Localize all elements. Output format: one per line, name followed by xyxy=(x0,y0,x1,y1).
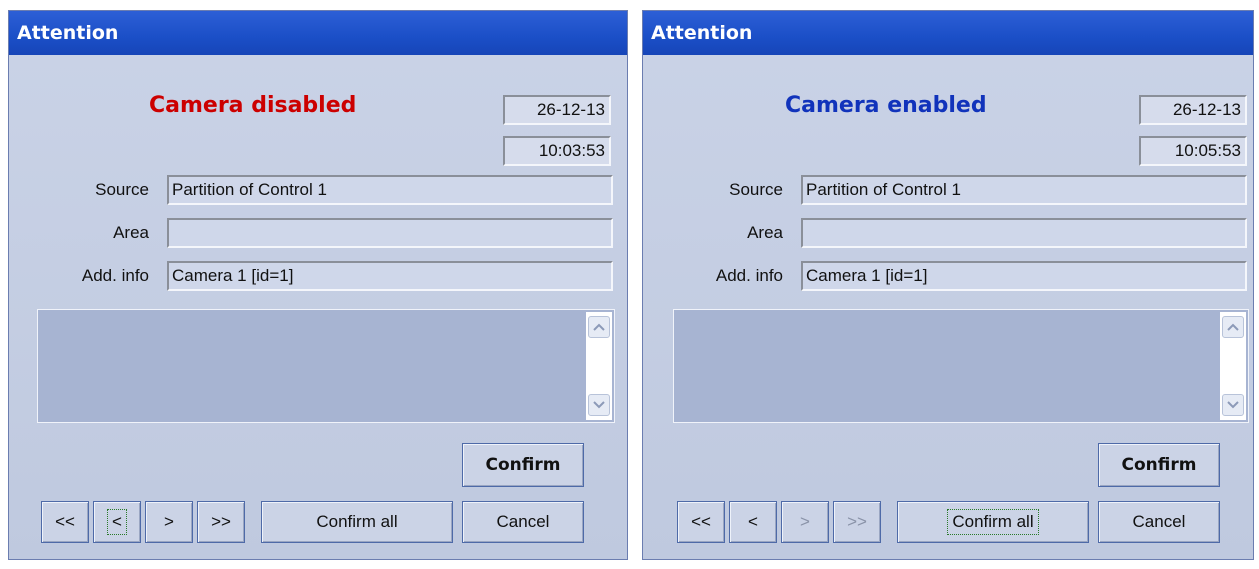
alarm-dialog-enabled: Attention Camera enabled 26-12-13 10:05:… xyxy=(642,10,1254,560)
dialog-body: Camera enabled 26-12-13 10:05:53 Source … xyxy=(643,55,1253,559)
confirm-button[interactable]: Confirm xyxy=(462,443,584,487)
chevron-up-icon[interactable] xyxy=(1222,316,1244,338)
add-info-field[interactable]: Camera 1 [id=1] xyxy=(167,261,613,291)
time-field: 10:03:53 xyxy=(503,136,611,166)
area-field[interactable] xyxy=(801,218,1247,248)
add-info-field[interactable]: Camera 1 [id=1] xyxy=(801,261,1247,291)
confirm-all-button[interactable]: Confirm all xyxy=(261,501,453,543)
first-button[interactable]: << xyxy=(41,501,89,543)
status-text: Camera enabled xyxy=(785,93,987,118)
last-button[interactable]: >> xyxy=(197,501,245,543)
status-text: Camera disabled xyxy=(149,93,357,118)
source-label: Source xyxy=(729,180,783,199)
date-field: 26-12-13 xyxy=(1139,95,1247,125)
chevron-down-icon[interactable] xyxy=(588,394,610,416)
dialog-title[interactable]: Attention xyxy=(643,11,1253,55)
dialog-title[interactable]: Attention xyxy=(9,11,627,55)
comment-area[interactable] xyxy=(673,309,1249,423)
cancel-button[interactable]: Cancel xyxy=(462,501,584,543)
scrollbar[interactable] xyxy=(586,312,612,420)
scrollbar[interactable] xyxy=(1220,312,1246,420)
cancel-button[interactable]: Cancel xyxy=(1098,501,1220,543)
prev-button[interactable]: < xyxy=(93,501,141,543)
dialog-body: Camera disabled 26-12-13 10:03:53 Source… xyxy=(9,55,627,559)
source-label: Source xyxy=(95,180,149,199)
confirm-all-label: Confirm all xyxy=(947,509,1039,535)
add-info-label: Add. info xyxy=(715,266,783,285)
time-field: 10:05:53 xyxy=(1139,136,1247,166)
confirm-button[interactable]: Confirm xyxy=(1098,443,1220,487)
next-button[interactable]: > xyxy=(145,501,193,543)
next-button[interactable]: > xyxy=(781,501,829,543)
source-field[interactable]: Partition of Control 1 xyxy=(801,175,1247,205)
first-button[interactable]: << xyxy=(677,501,725,543)
last-button[interactable]: >> xyxy=(833,501,881,543)
confirm-all-button[interactable]: Confirm all xyxy=(897,501,1089,543)
date-field: 26-12-13 xyxy=(503,95,611,125)
chevron-down-icon[interactable] xyxy=(1222,394,1244,416)
prev-button[interactable]: < xyxy=(729,501,777,543)
area-field[interactable] xyxy=(167,218,613,248)
add-info-label: Add. info xyxy=(81,266,149,285)
area-label: Area xyxy=(113,223,149,242)
alarm-dialog-disabled: Attention Camera disabled 26-12-13 10:03… xyxy=(8,10,628,560)
prev-label: < xyxy=(107,509,127,535)
chevron-up-icon[interactable] xyxy=(588,316,610,338)
comment-area[interactable] xyxy=(37,309,615,423)
area-label: Area xyxy=(747,223,783,242)
source-field[interactable]: Partition of Control 1 xyxy=(167,175,613,205)
